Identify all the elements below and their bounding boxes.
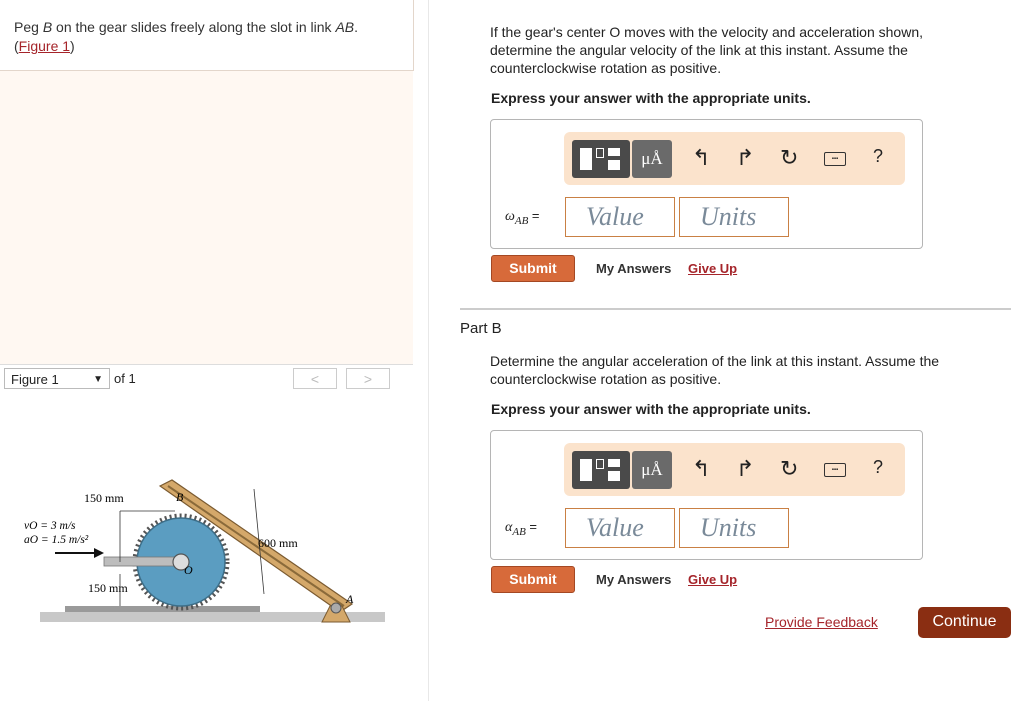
help-icon[interactable]: ? — [873, 146, 883, 167]
figure-select[interactable]: Figure 1 ▼ — [4, 368, 110, 389]
part-a-give-up[interactable]: Give Up — [688, 261, 737, 276]
units-icon[interactable]: μÅ — [632, 140, 672, 178]
statement-peg: B — [42, 19, 53, 35]
part-b-give-up[interactable]: Give Up — [688, 572, 737, 587]
redo-icon[interactable]: ↱ — [736, 457, 754, 481]
part-b-my-answers[interactable]: My Answers — [596, 572, 671, 587]
figure-area: 150 mm vO = 3 m/s aO = 1.5 m/s² 600 mm 1… — [0, 394, 413, 701]
statement-link: AB — [335, 19, 355, 35]
part-a-value-input[interactable]: Value — [565, 197, 675, 237]
help-icon[interactable]: ? — [873, 457, 883, 478]
part-a-units-input[interactable]: Units — [679, 197, 789, 237]
statement-end: . — [354, 19, 359, 35]
label-b: B — [176, 490, 184, 504]
rack — [65, 606, 260, 612]
statement-text: Peg — [14, 19, 43, 35]
label-600: 600 mm — [258, 536, 298, 550]
label-a: A — [345, 592, 354, 606]
figure-select-value: Figure 1 — [11, 372, 59, 387]
equals-sign: = — [531, 208, 540, 223]
keyboard-icon[interactable]: ▪▪▪ — [824, 463, 846, 477]
label-ao: aO = 1.5 m/s² — [24, 534, 89, 546]
undo-icon[interactable]: ↰ — [692, 457, 710, 481]
label-o: O — [184, 563, 193, 577]
templates-icon[interactable] — [572, 451, 630, 489]
undo-icon[interactable]: ↰ — [692, 146, 710, 170]
part-a-variable: ωAB = — [505, 208, 539, 227]
var-symbol: ω — [505, 209, 515, 224]
part-a-question: If the gear's center O moves with the ve… — [490, 24, 924, 76]
part-b-units-input[interactable]: Units — [679, 508, 789, 548]
pin-a — [330, 602, 342, 614]
problem-statement: Peg B on the gear slides freely along th… — [14, 19, 359, 54]
part-b-variable: αAB = — [505, 519, 537, 538]
statement-text-2: on the gear slides freely along the slot… — [52, 19, 336, 35]
part-b-question: Determine the angular acceleration of th… — [490, 353, 940, 387]
part-b-toolbar: μÅ ↰ ↱ ↻ ▪▪▪ ? — [564, 443, 905, 496]
part-b-instruction: Express your answer with the appropriate… — [491, 401, 811, 417]
provide-feedback-link[interactable]: Provide Feedback — [765, 614, 878, 630]
templates-icon[interactable] — [572, 140, 630, 178]
part-separator — [460, 308, 1011, 310]
part-a-submit-button[interactable]: Submit — [491, 255, 575, 282]
units-icon[interactable]: μÅ — [632, 451, 672, 489]
redo-icon[interactable]: ↱ — [736, 146, 754, 170]
next-figure-button[interactable]: > — [346, 368, 390, 389]
panel-divider — [428, 0, 429, 701]
velocity-arrowhead — [94, 548, 104, 558]
equals-sign: = — [529, 519, 537, 534]
part-b-title[interactable]: Part B — [460, 320, 502, 338]
part-b-submit-button[interactable]: Submit — [491, 566, 575, 593]
keyboard-icon[interactable]: ▪▪▪ — [824, 152, 846, 166]
label-vo: vO = 3 m/s — [24, 520, 76, 532]
part-a-toolbar: μÅ ↰ ↱ ↻ ▪▪▪ ? — [564, 132, 905, 185]
shaft — [103, 556, 182, 567]
gear-link-diagram: 150 mm vO = 3 m/s aO = 1.5 m/s² 600 mm 1… — [24, 479, 385, 623]
continue-button[interactable]: Continue — [918, 607, 1011, 638]
label-150-bottom: 150 mm — [88, 581, 128, 595]
label-150-top: 150 mm — [84, 491, 124, 505]
part-b-value-input[interactable]: Value — [565, 508, 675, 548]
figure-count: of 1 — [114, 371, 136, 386]
part-a-instruction: Express your answer with the appropriate… — [491, 90, 811, 106]
chevron-down-icon: ▼ — [93, 374, 103, 385]
var-subscript: AB — [514, 214, 529, 227]
var-subscript: AB — [512, 525, 526, 538]
part-a-my-answers[interactable]: My Answers — [596, 261, 671, 276]
reset-icon[interactable]: ↻ — [780, 457, 798, 481]
reset-icon[interactable]: ↻ — [780, 146, 798, 170]
prev-figure-button[interactable]: < — [293, 368, 337, 389]
figure-link[interactable]: Figure 1 — [19, 38, 70, 54]
